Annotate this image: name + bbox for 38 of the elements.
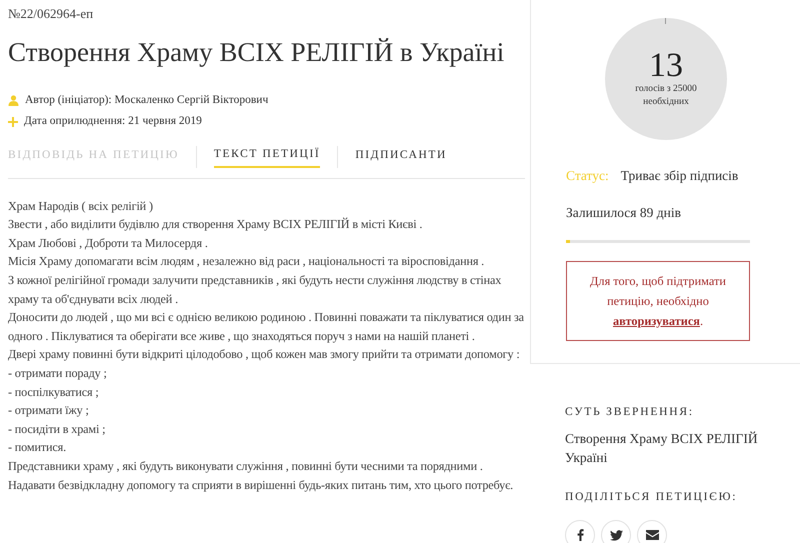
- meta-text: Дата оприлюднення: 21 червня 2019: [24, 114, 202, 130]
- petition-paragraph: Храм Народів ( всіх релігій ): [8, 198, 154, 215]
- essence-text: Створення Храму ВСІХ РЕЛІГІЙ Україні: [565, 430, 759, 467]
- petition-paragraph: Звести , або виділити будівлю для створення Храму ВСІХ РЕЛІГІЙ в місті Києві .: [8, 216, 424, 234]
- status-value: Триває збір підписів: [620, 167, 738, 185]
- petition-paragraph: Надавати безвідкладну допомогу та сприяти в вирішенні будь-яких питань тим, хто цього потребує.: [8, 476, 514, 494]
- section-heading: СУТЬ ЗВЕРНЕННЯ:: [565, 404, 695, 420]
- petition-paragraph: - помитися.: [8, 439, 67, 456]
- share-button[interactable]: [565, 520, 595, 543]
- person-icon: [8, 95, 19, 106]
- login-link[interactable]: авторизуватися: [612, 314, 700, 328]
- petition-paragraph: Місія Храму допомагати всім людям , незалежно від раси , національності та віросповідання .: [8, 253, 486, 270]
- plus-icon: [8, 116, 18, 127]
- petition-paragraph: - отримати пораду ;: [8, 364, 108, 382]
- petition-number: №22/062964-еп: [8, 5, 94, 23]
- meta-text: Автор (ініціатор): Москаленко Сергій Вікторович: [25, 92, 268, 108]
- envelope-icon: [646, 530, 658, 540]
- vote-count: 13: [649, 49, 683, 83]
- petition-title: Створення Храму ВСІХ РЕЛІГІЙ в Україні: [8, 36, 506, 68]
- petition-paragraph: Представники храму , які будуть виконувати служіння , повинні бути чесними та порядними .: [8, 458, 484, 475]
- petition-paragraph: З кожної релігійної громади залучити представників , які будуть нести служіння людству в стінах храму та об'єднувати всіх людей .: [8, 272, 502, 308]
- days-left: Залишилося 89 днів: [566, 204, 682, 222]
- share-email-button[interactable]: [637, 520, 667, 543]
- petition-paragraph: - отримати їжу ;: [8, 402, 90, 420]
- tab[interactable]: ТЕКСТ ПЕТИЦІЇ: [214, 146, 320, 168]
- bird-icon: [610, 530, 622, 540]
- petition-paragraph: Храм Любові , Доброти та Милосердя .: [8, 234, 209, 252]
- petition-paragraph: Двері храму повинні бути відкриті цілодобово , щоб кожен мав змогу прийти та отримати допомогу :: [8, 346, 521, 364]
- share-button[interactable]: [601, 520, 631, 543]
- facebook-icon: [576, 529, 584, 541]
- status-label: Статус:: [566, 167, 609, 185]
- petition-paragraph: - посидіти в храмі ;: [8, 420, 106, 438]
- login-notice: Для того, щоб підтримати петицію, необхідно авторизуватися.: [566, 260, 750, 340]
- vote-caption: голосів з 25000 необхідних: [634, 83, 698, 109]
- petition-paragraph: - поспілкуватися ;: [8, 384, 100, 401]
- tab[interactable]: ПІДПИСАНТИ: [355, 146, 447, 168]
- petition-paragraph: Доносити до людей , що ми всі є однією великою родиною . Повинні поважати та піклуватися один за одного . Піклуватися та оберігати все живе , що знаходяться поруч з нами на нашій планеті .: [8, 309, 525, 345]
- section-heading: ПОДІЛІТЬСЯ ПЕТИЦІЄЮ:: [565, 490, 738, 505]
